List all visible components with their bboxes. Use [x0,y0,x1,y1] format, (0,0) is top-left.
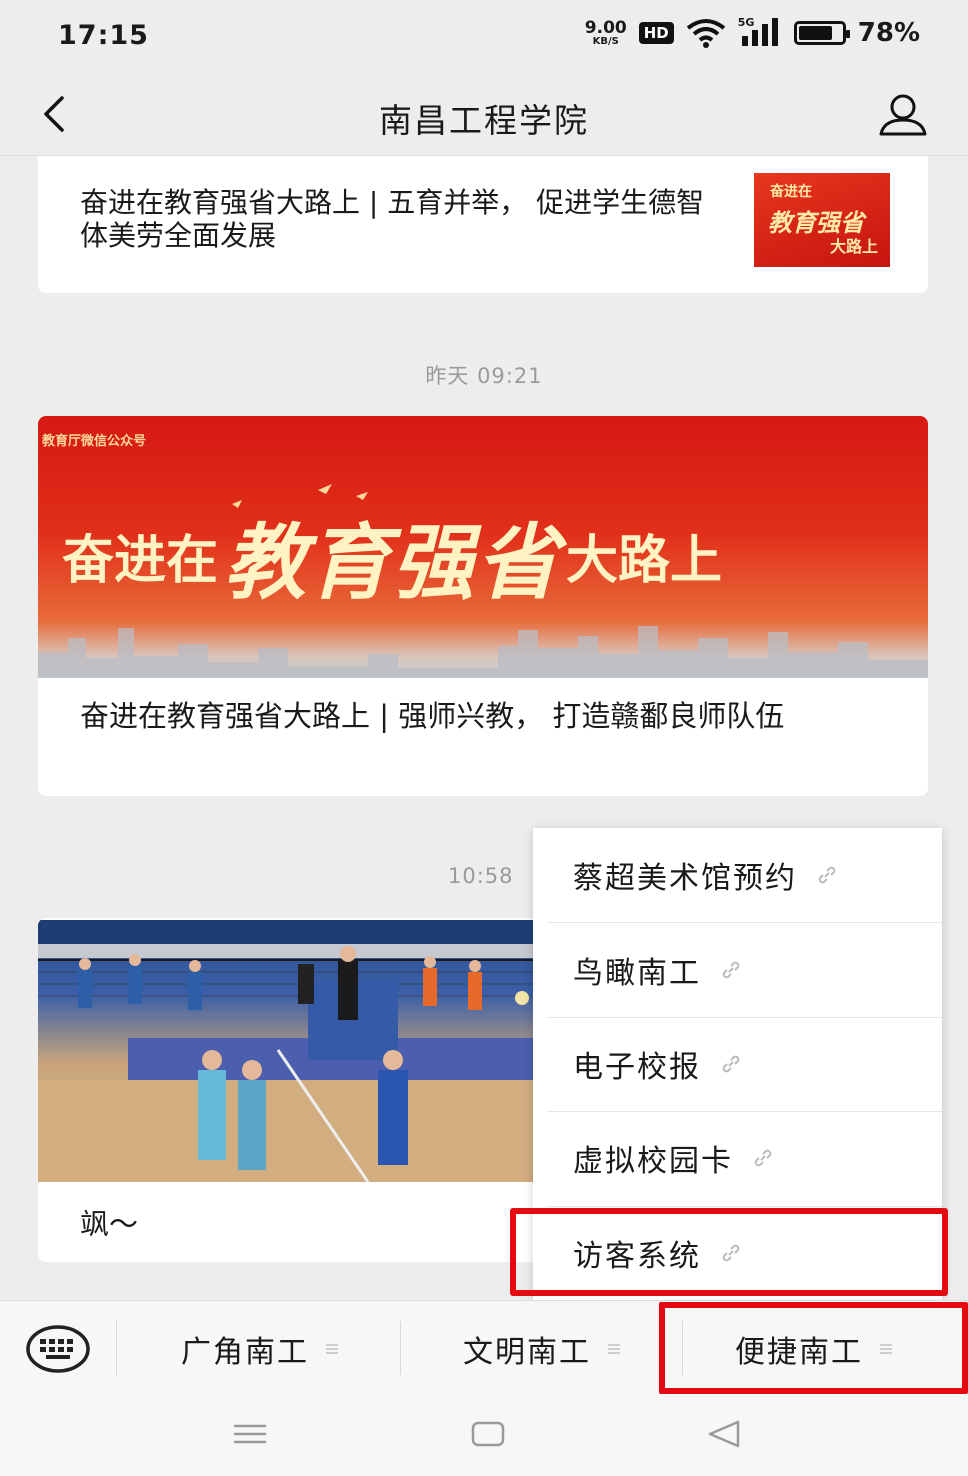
hd-badge: HD [638,22,674,44]
thumbnail-text-line: 大路上 [829,237,878,256]
article-banner: 教育厅微信公众号 奋进在教育强省 大路上 [38,416,928,678]
banner-headline-part: 大路上 [566,531,723,591]
battery-level [798,26,832,40]
menu-item-label: 鸟瞰南工 [573,955,701,991]
tab-label: 文明南工 [463,1335,591,1370]
tab-convenience[interactable]: 便捷南工 [684,1301,944,1397]
article-title: 飒～ [80,1207,139,1241]
tab-divider [116,1321,117,1375]
tab-civilization[interactable]: 文明南工 [402,1301,682,1397]
status-bar: 17:15 9.00 KB/S HD 5G 78% [0,0,968,72]
system-nav-bar [0,1396,968,1476]
tab-label: 广角南工 [181,1335,309,1370]
page-title: 南昌工程学院 [379,101,589,140]
banner-headline-part: 教育强省 [224,515,561,611]
article-thumbnail: 奋进在 教育强省 大路上 [754,173,890,267]
link-icon [722,961,740,978]
menu-lines-icon [326,1344,338,1354]
battery-percent: 78% [857,18,920,48]
message-timestamp: 10:58 [448,864,514,888]
menu-item-label: 访客系统 [573,1238,701,1274]
menu-item-label: 电子校报 [573,1049,701,1085]
menu-item-e-newspaper[interactable]: 电子校报 [533,1016,942,1111]
tab-divider [400,1321,401,1375]
menu-item-aerial-view[interactable]: 鸟瞰南工 [533,922,942,1016]
thumbnail-text-line: 奋进在 [770,184,812,200]
tab-label: 便捷南工 [735,1335,863,1370]
bird-icon [232,484,368,508]
article-title: 奋进在教育强省大路上 | 五育并举， 促进学生德智体美劳全面发展 [80,186,705,252]
network-speed-unit: KB/S [592,35,619,47]
submenu-popup: 蔡超美术馆预约 鸟瞰南工 电子校报 虚拟校园卡 访客系统 [533,828,942,1300]
battery-icon [793,21,850,45]
skyline-illustration [38,626,928,678]
menu-item-virtual-card[interactable]: 虚拟校园卡 [533,1111,942,1205]
article-card[interactable]: 奋进在教育强省大路上 | 五育并举， 促进学生德智体美劳全面发展 奋进在 教育强… [38,156,928,293]
menu-icon[interactable] [230,1418,270,1450]
title-bar: 南昌工程学院 [0,72,968,156]
status-time: 17:15 [58,20,149,51]
menu-lines-icon [608,1344,620,1354]
link-icon [754,1150,772,1167]
back-triangle-icon[interactable] [704,1418,744,1450]
banner-source: 教育厅微信公众号 [42,434,147,449]
menu-item-visitor-system[interactable]: 访客系统 [533,1205,942,1300]
link-icon [722,1055,740,1073]
cellular-signal-icon: 5G [738,16,782,48]
tab-divider [682,1321,683,1375]
banner-headline: 奋进在教育强省 大路上 [62,496,722,615]
network-speed-value: 9.00 [584,17,627,38]
network-speed: 9.00 KB/S [584,17,627,47]
keyboard-icon[interactable] [24,1321,92,1377]
status-indicators: 9.00 KB/S HD 5G 78% [584,16,920,48]
link-icon [818,866,836,884]
article-title: 奋进在教育强省大路上 | 强师兴教， 打造赣鄱良师队伍 [80,699,785,733]
link-icon [722,1244,740,1262]
menu-lines-icon [880,1344,892,1354]
banner-headline-part: 奋进在 [62,531,219,591]
home-icon[interactable] [468,1418,508,1450]
message-timestamp: 昨天 09:21 [425,364,543,388]
person-icon[interactable] [878,92,928,138]
wifi-icon [686,19,725,48]
menu-item-art-museum[interactable]: 蔡超美术馆预约 [533,828,942,922]
menu-item-label: 蔡超美术馆预约 [573,861,797,897]
tab-wide-angle[interactable]: 广角南工 [120,1301,400,1397]
menu-item-label: 虚拟校园卡 [573,1144,733,1180]
article-card[interactable]: 教育厅微信公众号 奋进在教育强省 大路上 奋进在教育强省大路上 | 强师兴教， 打… [38,416,928,796]
bottom-menu-bar: 广角南工 文明南工 便捷南工 [0,1300,968,1396]
